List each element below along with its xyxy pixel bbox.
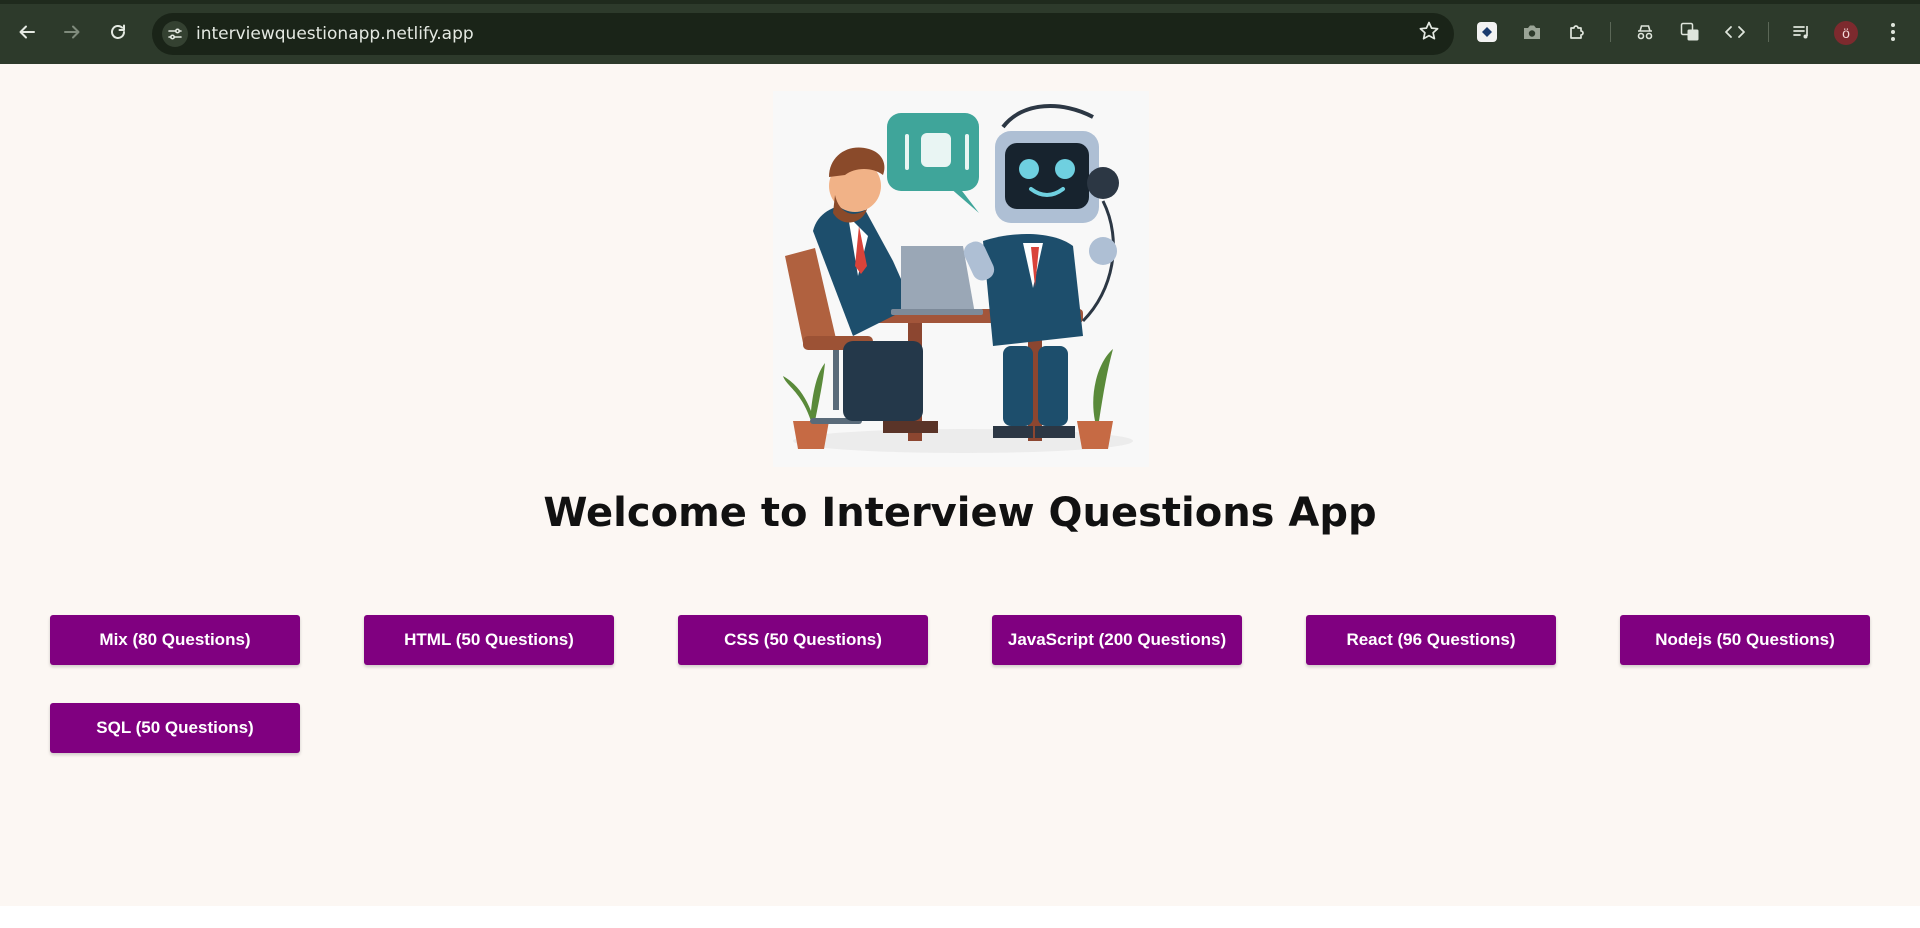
page-body: Welcome to Interview Questions App Mix (…	[0, 64, 1920, 906]
media-controls-button[interactable]	[1789, 19, 1815, 45]
star-icon	[1419, 21, 1439, 40]
more-vert-icon	[1891, 23, 1895, 41]
url-text[interactable]: interviewquestionapp.netlify.app	[196, 24, 474, 44]
toolbar-separator	[1768, 22, 1769, 42]
extension-app-icon	[1477, 22, 1497, 42]
address-bar[interactable]: interviewquestionapp.netlify.app	[152, 13, 1454, 55]
code-icon	[1725, 26, 1745, 38]
queue-music-icon	[1793, 26, 1808, 39]
tab-strip-edge	[0, 0, 1920, 4]
reload-icon	[111, 24, 125, 39]
html-questions-button[interactable]: HTML (50 Questions)	[364, 615, 614, 665]
arrow-left-icon	[19, 25, 35, 39]
page-title: Welcome to Interview Questions App	[543, 490, 1377, 536]
translate-icon	[1680, 22, 1699, 41]
nodejs-questions-button[interactable]: Nodejs (50 Questions)	[1620, 615, 1870, 665]
bookmark-button[interactable]	[1418, 20, 1440, 48]
incognito-button[interactable]	[1632, 19, 1658, 45]
site-info-button[interactable]	[162, 21, 188, 47]
back-button[interactable]	[12, 17, 42, 47]
browser-menu-button[interactable]	[1880, 19, 1906, 45]
camera-extension-button[interactable]	[1519, 19, 1545, 45]
interview-illustration	[773, 91, 1149, 467]
puzzle-icon	[1570, 25, 1584, 39]
react-questions-button[interactable]: React (96 Questions)	[1306, 615, 1556, 665]
browser-toolbar: interviewquestionapp.netlify.app ö	[0, 0, 1920, 64]
javascript-questions-button[interactable]: JavaScript (200 Questions)	[992, 615, 1242, 665]
profile-avatar[interactable]: ö	[1834, 21, 1858, 45]
toolbar-separator	[1610, 22, 1611, 42]
arrow-right-icon	[64, 25, 80, 39]
css-questions-button[interactable]: CSS (50 Questions)	[678, 615, 928, 665]
incognito-icon	[1637, 25, 1653, 40]
translate-button[interactable]	[1677, 19, 1703, 45]
reload-button[interactable]	[103, 17, 133, 47]
tune-icon	[168, 28, 182, 40]
sql-questions-button[interactable]: SQL (50 Questions)	[50, 703, 300, 753]
camera-icon	[1524, 25, 1540, 39]
forward-button[interactable]	[57, 17, 87, 47]
devtools-button[interactable]	[1722, 19, 1748, 45]
extension-1-button[interactable]	[1474, 19, 1500, 45]
extensions-button[interactable]	[1564, 19, 1590, 45]
mix-questions-button[interactable]: Mix (80 Questions)	[50, 615, 300, 665]
illustration-svg	[773, 91, 1149, 467]
